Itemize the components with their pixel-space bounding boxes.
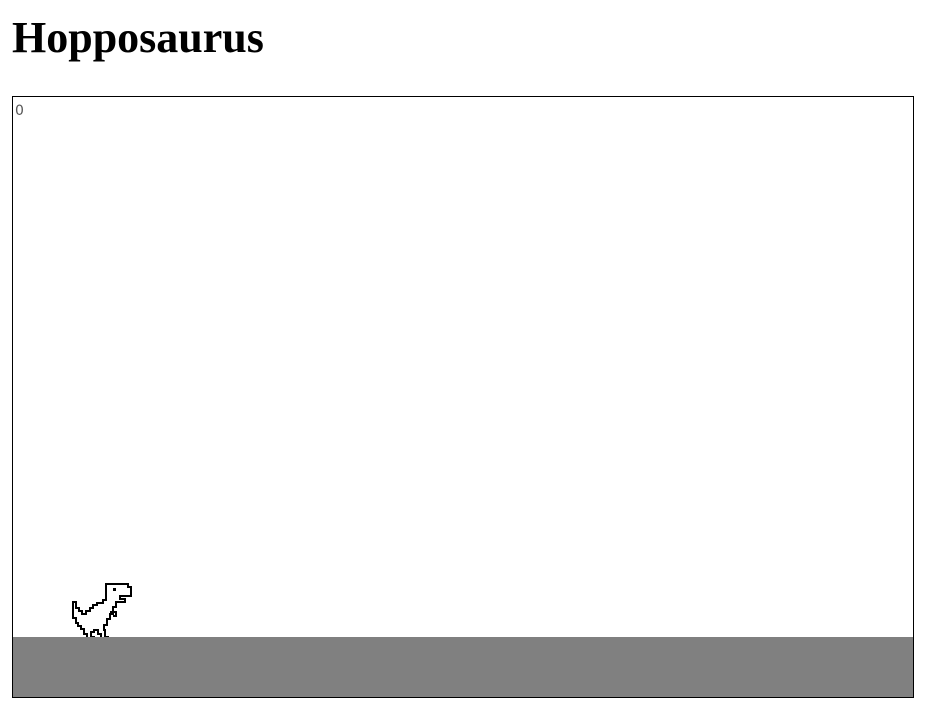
score-counter: 0 — [15, 103, 24, 119]
t-rex-dinosaur-icon — [72, 582, 132, 644]
game-canvas[interactable]: 0 — [12, 96, 914, 698]
ground — [13, 637, 913, 697]
page-title: Hopposaurus — [12, 13, 264, 62]
